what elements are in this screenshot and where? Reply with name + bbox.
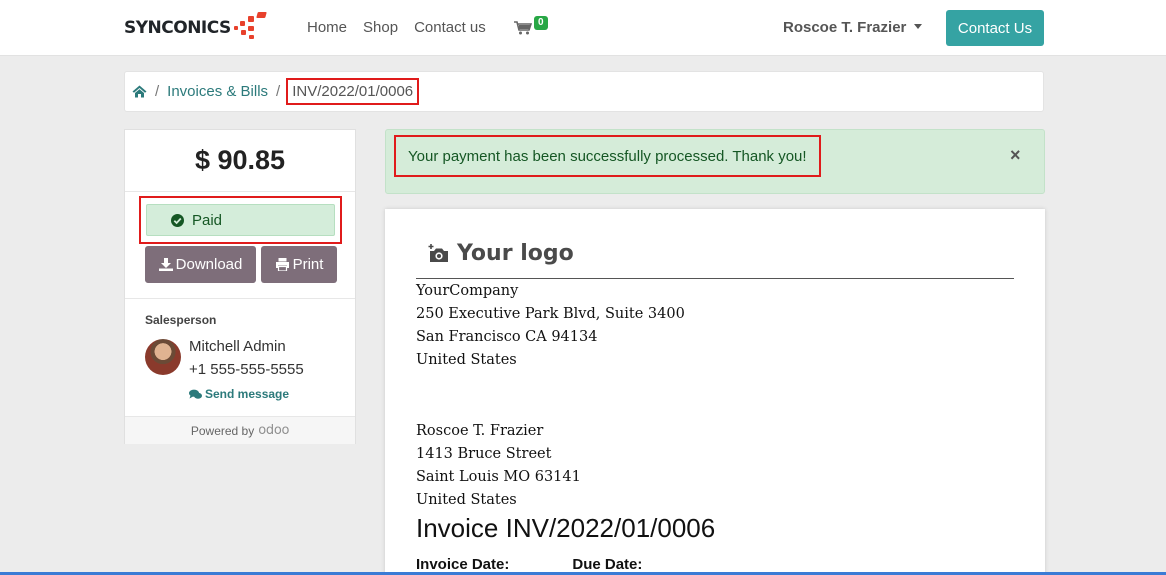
company-line: YourCompany — [416, 283, 519, 299]
nav-shop[interactable]: Shop — [363, 19, 398, 36]
company-line: San Francisco CA 94134 — [416, 329, 598, 345]
powered-by-label: Powered by — [190, 423, 255, 438]
download-label: Download — [175, 256, 243, 273]
action-buttons: Download Print — [145, 246, 337, 283]
comments-icon — [189, 389, 202, 399]
salesperson-name: Mitchell Admin — [189, 338, 286, 355]
brand-mark-icon — [232, 12, 268, 44]
print-icon — [275, 258, 289, 271]
download-icon — [158, 258, 173, 271]
check-circle-icon — [171, 213, 184, 227]
logo-text: Your logo — [457, 241, 574, 266]
customer-address: Roscoe T. Frazier 1413 Bruce Street Sain… — [416, 420, 581, 512]
breadcrumb-separator: / — [155, 83, 160, 100]
customer-line: Saint Louis MO 63141 — [416, 469, 581, 485]
print-button[interactable]: Print — [261, 246, 337, 283]
breadcrumb-invoices[interactable]: Invoices & Bills — [167, 83, 268, 100]
invoice-amount: $ 90.85 — [125, 130, 355, 192]
invoice-dates: Invoice Date: Due Date: — [416, 556, 642, 573]
customer-line: United States — [416, 492, 517, 508]
company-line: 250 Executive Park Blvd, Suite 3400 — [416, 306, 685, 322]
home-icon[interactable] — [132, 85, 147, 98]
divider — [125, 298, 355, 299]
nav-contact[interactable]: Contact us — [414, 19, 486, 36]
breadcrumb-separator: / — [276, 83, 281, 100]
customer-line: 1413 Bruce Street — [416, 446, 552, 462]
payment-success-alert: Your payment has been successfully proce… — [385, 129, 1045, 194]
print-label: Print — [292, 256, 324, 273]
invoice-document: Your logo YourCompany 250 Executive Park… — [385, 209, 1045, 575]
brand-name: SYNCONICS — [124, 18, 231, 38]
odoo-logo[interactable]: odoo — [258, 423, 289, 438]
avatar — [145, 339, 181, 375]
customer-line: Roscoe T. Frazier — [416, 423, 544, 439]
salesperson-phone: +1 555-555-5555 — [189, 361, 304, 378]
breadcrumb-current: INV/2022/01/0006 — [286, 78, 420, 105]
close-icon[interactable]: × — [1010, 146, 1021, 164]
invoice-date-label: Invoice Date: — [416, 556, 510, 573]
alert-message: Your payment has been successfully proce… — [394, 135, 821, 177]
status-badge: Paid — [146, 204, 335, 236]
user-menu[interactable]: Roscoe T. Frazier — [783, 19, 923, 36]
invoice-title: Invoice INV/2022/01/0006 — [416, 513, 716, 543]
header-divider — [416, 278, 1014, 279]
download-button[interactable]: Download — [145, 246, 256, 283]
powered-by: Powered by odoo — [125, 416, 355, 444]
chevron-down-icon — [914, 24, 923, 29]
status-label: Paid — [192, 211, 223, 229]
cart-count-badge: 0 — [534, 16, 548, 30]
breadcrumb: / Invoices & Bills / INV/2022/01/0006 — [124, 71, 1044, 112]
company-logo: Your logo — [428, 241, 574, 266]
nav-home[interactable]: Home — [307, 19, 347, 36]
cart-icon — [514, 21, 532, 35]
top-navbar: SYNCONICS Home Shop Contact us 0 Roscoe … — [0, 0, 1166, 56]
send-message-label: Send message — [205, 387, 290, 401]
send-message-link[interactable]: Send message — [189, 387, 289, 401]
company-address: YourCompany 250 Executive Park Blvd, Sui… — [416, 280, 685, 372]
cart-link[interactable]: 0 — [514, 16, 550, 38]
user-name: Roscoe T. Frazier — [783, 19, 907, 36]
brand-logo[interactable]: SYNCONICS — [124, 12, 268, 44]
camera-icon — [428, 243, 448, 262]
contact-us-button[interactable]: Contact Us — [946, 10, 1044, 46]
invoice-sidebar: $ 90.85 Paid Download Print Salesperson … — [124, 129, 356, 444]
salesperson-label: Salesperson — [145, 313, 217, 327]
status-highlight: Paid — [139, 196, 342, 244]
due-date-label: Due Date: — [572, 556, 643, 573]
company-line: United States — [416, 352, 517, 368]
main-nav: Home Shop Contact us — [307, 19, 486, 36]
